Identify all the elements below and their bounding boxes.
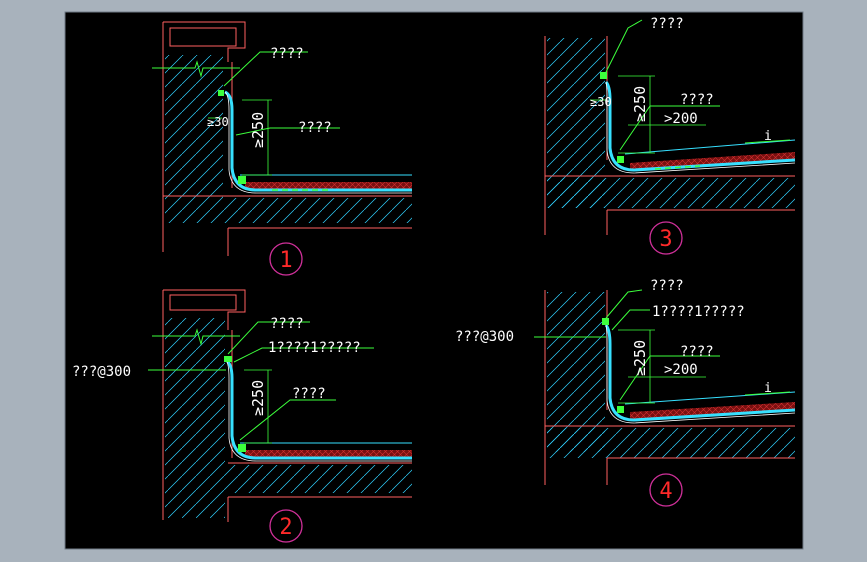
dim-250-text: ≥250 [631,86,649,122]
callout-mid2-text: 1????1????? [268,340,361,356]
slab-hatch [547,428,795,458]
fillet [617,406,624,413]
cad-drawing: ???? ???? ≥30 ≥250 1 ???? 1????1????? ??… [0,0,867,562]
termination [224,356,232,362]
termination [602,318,609,325]
detail-number: 3 [659,227,672,252]
slab-hatch [547,178,795,208]
fillet [238,176,246,184]
callout-mid-text: ???? [680,92,714,108]
cad-viewport: ???? ???? ≥30 ≥250 1 ???? 1????1????? ??… [0,0,867,562]
callout-top-text: ???? [270,316,304,332]
detail-number: 1 [279,248,292,273]
callout-top-text: ???? [650,278,684,294]
termination [218,90,224,96]
slab-hatch [225,465,412,493]
fillet [238,444,246,452]
slope-text: i [764,129,772,144]
callout-top-text: ???? [270,46,304,62]
wall-hatch [165,318,225,518]
side-label-text: ???@300 [455,329,514,345]
dim-30-text: ≥30 [207,115,229,129]
dim-30-text: ≥30 [590,95,612,109]
dim-250-text: ≥250 [631,340,649,376]
side-label-text: ???@300 [72,364,131,380]
dim-250-text: ≥250 [249,380,267,416]
callout-mid-text: ???? [292,386,326,402]
dim-200-text: >200 [664,362,698,378]
detail-number: 2 [279,515,292,540]
slope-text: i [764,381,772,396]
termination [600,72,607,79]
fillet [617,156,624,163]
slab-hatch [165,198,412,223]
dim-200-text: >200 [664,111,698,127]
callout-mid-text: ???? [680,344,714,360]
callout-top-text: ???? [650,16,684,32]
callout-mid2-text: 1????1????? [652,304,745,320]
detail-number: 4 [659,479,672,504]
dim-250-text: ≥250 [249,112,267,148]
callout-mid-text: ???? [298,120,332,136]
